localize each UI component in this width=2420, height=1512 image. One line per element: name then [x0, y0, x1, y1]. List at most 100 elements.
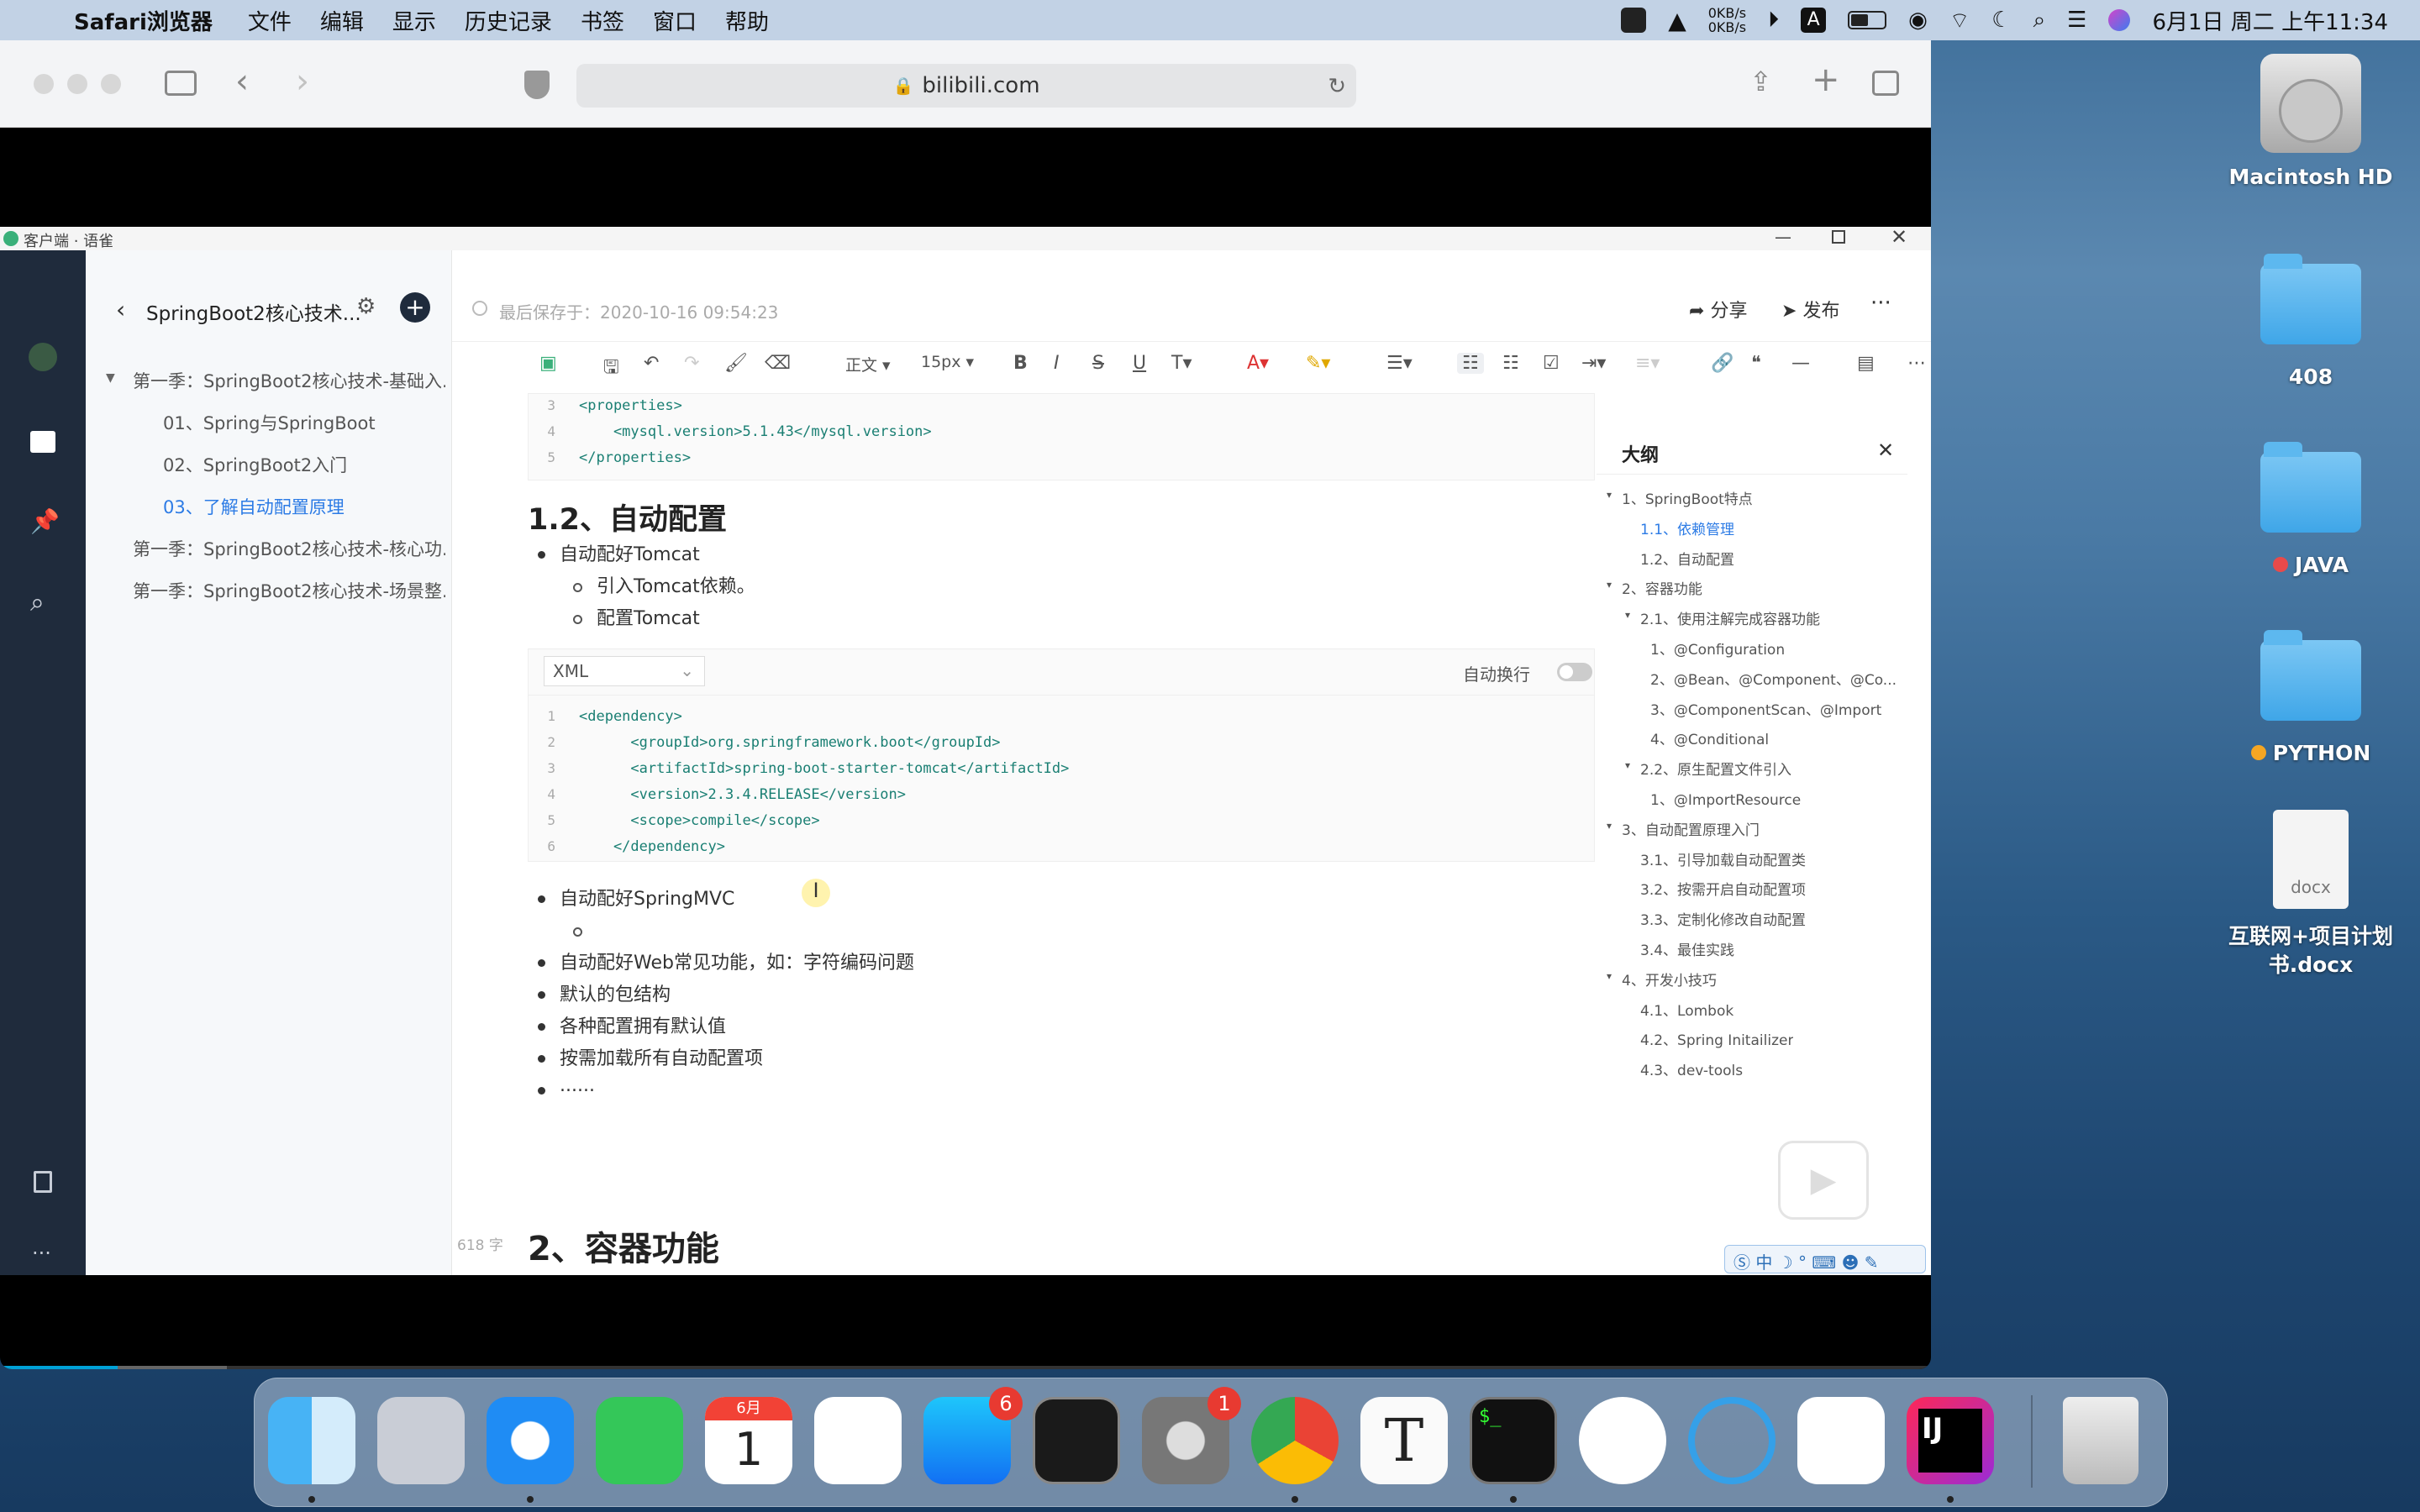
book-title[interactable]: SpringBoot2核心技术... [146, 297, 361, 326]
tab-overview-icon[interactable] [1872, 71, 1899, 96]
more-icon[interactable]: ··· [32, 1242, 51, 1265]
desktop-icon-folder-python[interactable]: PYTHON [2227, 630, 2395, 765]
user-icon[interactable]: ◉ [1908, 8, 1928, 33]
publish-button[interactable]: ➤ 发布 [1781, 296, 1839, 323]
outline-item[interactable]: 4、开发小技巧 [1622, 969, 1717, 990]
task-list-icon[interactable]: ☑ [1543, 353, 1560, 374]
activity-monitor-icon[interactable] [1033, 1397, 1120, 1484]
font-size-select[interactable]: 15px ▾ [921, 353, 974, 371]
desktop-icon-docx[interactable]: docx 互联网+项目计划书.docx [2218, 810, 2403, 979]
outline-item[interactable]: 4.3、dev-tools [1640, 1058, 1743, 1079]
menu-window[interactable]: 窗口 [653, 5, 697, 36]
trash-icon[interactable] [34, 1171, 52, 1193]
outline-item[interactable]: 1.2、自动配置 [1640, 548, 1734, 569]
outline-item[interactable]: 3.1、引导加载自动配置类 [1640, 848, 1806, 869]
terminal-icon[interactable]: $_ [1470, 1397, 1557, 1484]
nav-expand-icon[interactable]: ▼ [106, 371, 115, 385]
highlight-icon[interactable]: ✎▾ [1306, 353, 1330, 374]
bullet-list-icon[interactable]: ☷ [1457, 353, 1484, 374]
typora-icon[interactable]: T [1360, 1397, 1448, 1484]
outline-item[interactable]: 1.1、依赖管理 [1640, 517, 1734, 538]
pin-icon[interactable]: 📌 [30, 507, 60, 535]
ordered-list-icon[interactable]: ☷ [1502, 353, 1519, 374]
code-language-select[interactable]: XML ⌄ [544, 656, 705, 686]
dark-mode-icon[interactable]: ☾ [1991, 8, 2011, 33]
doc-info-icon[interactable]: ▤ [1857, 353, 1875, 374]
undo-icon[interactable]: ↶ [644, 353, 659, 374]
close-outline-icon[interactable]: ✕ [1877, 438, 1894, 462]
underline-icon[interactable]: U [1133, 353, 1146, 374]
clear-format-icon[interactable]: ⌫ [765, 353, 791, 374]
siri-icon[interactable] [2108, 9, 2131, 31]
reload-icon[interactable]: ↻ [1328, 74, 1346, 99]
save-icon[interactable]: 🖫 [603, 353, 619, 385]
yuque-brand-icon[interactable] [29, 343, 57, 371]
ime-toolbar[interactable]: Ⓢ 中 ☽ ° ⌨ ☻ ✎ [1724, 1245, 1926, 1273]
font-color-icon[interactable]: A▾ [1247, 353, 1269, 374]
play-icon[interactable]: ⏵ [1768, 8, 1779, 34]
divider-icon[interactable]: — [1791, 353, 1810, 374]
network-speed[interactable]: 0KB/s 0KB/s [1708, 6, 1746, 34]
outline-item[interactable]: 2、@Bean、@Component、@Co... [1650, 668, 1897, 689]
battery-icon[interactable] [1848, 11, 1887, 29]
paragraph-style-select[interactable]: 正文 ▾ [845, 353, 891, 375]
nav-item-season-core[interactable]: 第一季：SpringBoot2核心技术-核心功... [133, 536, 445, 561]
wifi-icon[interactable]: ⌔ [1949, 7, 1970, 34]
menu-help[interactable]: 帮助 [725, 5, 769, 36]
zoom-window-button[interactable] [101, 74, 121, 94]
italic-icon[interactable]: I [1054, 353, 1060, 374]
intellij-icon[interactable]: IJ [1907, 1397, 1994, 1484]
reminders-icon[interactable] [814, 1397, 902, 1484]
word-wrap-toggle[interactable] [1557, 663, 1592, 681]
menu-history[interactable]: 历史记录 [465, 5, 552, 36]
insert-icon[interactable]: ▣ [539, 353, 557, 374]
address-bar[interactable]: 🔒 bilibili.com ↻ [576, 64, 1356, 108]
safari-icon[interactable] [487, 1397, 574, 1484]
window-restore-icon[interactable] [1832, 230, 1845, 244]
outline-item[interactable]: 4.2、Spring Initailizer [1640, 1028, 1793, 1049]
launchpad-icon[interactable] [377, 1397, 465, 1484]
nav-item-spring-intro[interactable]: 01、Spring与SpringBoot [163, 410, 440, 435]
share-icon[interactable]: ⇪ [1749, 66, 1772, 97]
menu-edit[interactable]: 编辑 [320, 5, 364, 36]
facetime-icon[interactable] [596, 1397, 683, 1484]
cat-icon[interactable]: ▲ [1668, 7, 1686, 34]
forward-icon[interactable]: › [296, 62, 309, 101]
book-icon[interactable] [30, 431, 55, 453]
outline-item[interactable]: 4、@Conditional [1650, 727, 1769, 748]
superscript-icon[interactable]: T▾ [1171, 353, 1192, 374]
outline-item[interactable]: 3、@ComponentScan、@Import [1650, 698, 1881, 719]
share-button[interactable]: ➦ 分享 [1689, 296, 1747, 323]
menu-bookmarks[interactable]: 书签 [581, 5, 624, 36]
outline-item[interactable]: 1、SpringBoot特点 [1622, 487, 1753, 508]
link-icon[interactable]: 🔗 [1711, 353, 1733, 374]
outline-item[interactable]: 1、@ImportResource [1650, 788, 1801, 809]
quote-icon[interactable]: ❝ [1751, 353, 1761, 374]
outline-expand-icon[interactable]: ▾ [1625, 759, 1630, 771]
menu-view[interactable]: 显示 [392, 5, 436, 36]
calendar-icon[interactable]: 6月 1 [705, 1397, 792, 1484]
chrome-icon[interactable] [1251, 1397, 1339, 1484]
privacy-shield-icon[interactable] [524, 71, 550, 99]
menu-clock[interactable]: 6月1日 周二 上午11:34 [2152, 5, 2388, 36]
sidebar-toggle-icon[interactable] [165, 71, 197, 96]
finder-icon[interactable] [268, 1397, 355, 1484]
book-settings-icon[interactable]: ⚙ [356, 294, 376, 319]
outline-item[interactable]: 2.1、使用注解完成容器功能 [1640, 607, 1820, 628]
outline-item[interactable]: 2.2、原生配置文件引入 [1640, 758, 1791, 779]
bold-icon[interactable]: B [1013, 353, 1028, 374]
floating-player-icon[interactable]: ▶ [1778, 1141, 1869, 1220]
line-spacing-icon[interactable]: ≡▾ [1635, 353, 1660, 374]
outline-item[interactable]: 3.2、按需开启自动配置项 [1640, 878, 1806, 899]
outline-expand-icon[interactable]: ▾ [1607, 579, 1612, 591]
add-doc-button[interactable]: + [400, 292, 430, 323]
more-toolbar-icon[interactable]: ⋯ [1907, 353, 1926, 374]
outline-item[interactable]: 4.1、Lombok [1640, 999, 1733, 1020]
menu-app-name[interactable]: Safari浏览器 [74, 5, 213, 36]
back-to-books-icon[interactable]: ‹ [116, 296, 125, 323]
outline-expand-icon[interactable]: ▾ [1607, 820, 1612, 832]
outline-item[interactable]: 1、@Configuration [1650, 638, 1785, 659]
align-icon[interactable]: ☰▾ [1386, 353, 1413, 374]
outline-item[interactable]: 2、容器功能 [1622, 577, 1702, 598]
trash-icon[interactable] [2063, 1397, 2139, 1484]
